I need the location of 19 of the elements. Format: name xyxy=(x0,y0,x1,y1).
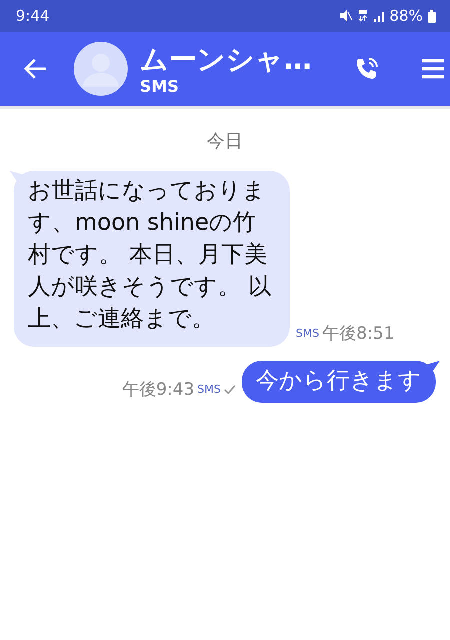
contact-name: ムーンシャ… xyxy=(140,42,313,76)
phone-call-icon[interactable] xyxy=(354,56,380,82)
message-time: 午後8:51 xyxy=(322,323,395,345)
signal-icon xyxy=(372,10,385,22)
avatar-icon[interactable] xyxy=(74,42,128,96)
channel-label: SMS xyxy=(198,383,221,396)
bubble-tail xyxy=(10,171,24,183)
contact-subtitle: SMS xyxy=(140,76,180,96)
message-time: 午後9:43 xyxy=(122,379,195,401)
battery-icon xyxy=(428,10,436,22)
back-arrow-icon[interactable] xyxy=(24,58,48,80)
bubble-tail xyxy=(426,361,440,373)
network-icon xyxy=(358,10,368,22)
battery-percent: 88% xyxy=(390,7,423,25)
channel-label: SMS xyxy=(296,327,320,340)
mute-icon xyxy=(340,10,353,22)
menu-icon[interactable] xyxy=(422,59,444,79)
status-time: 9:44 xyxy=(16,7,50,25)
date-divider: 今日 xyxy=(207,130,243,153)
